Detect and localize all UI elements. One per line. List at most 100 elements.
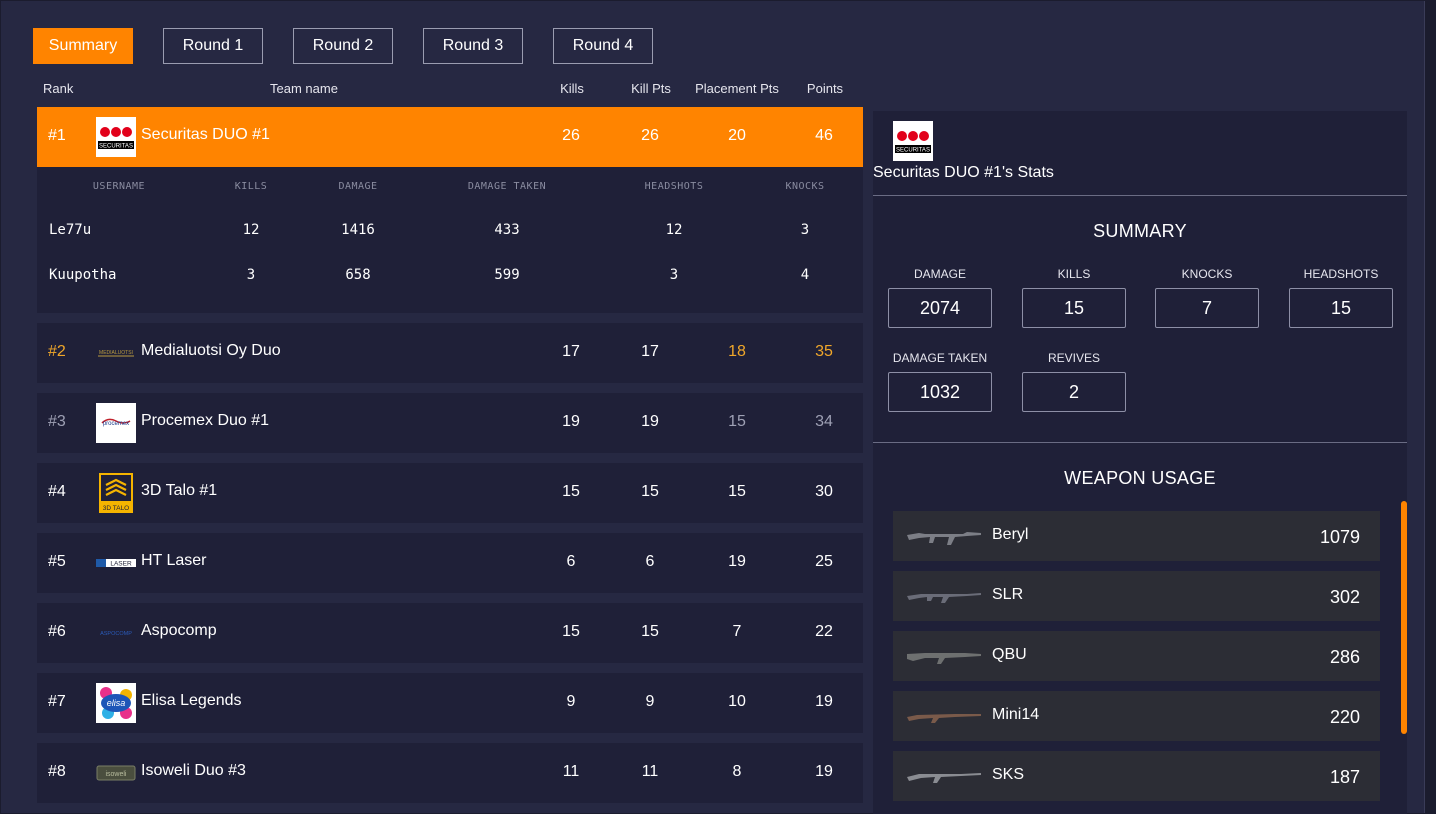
team-placement-pts: 19	[728, 553, 746, 570]
weapon-name: SKS	[992, 766, 1025, 783]
team-rank: #1	[48, 127, 66, 144]
team-rank: #4	[48, 483, 66, 500]
stat-label-kills: KILLS	[1057, 267, 1091, 281]
team-kills: 17	[562, 343, 580, 360]
player-header-damage-taken: DAMAGE TAKEN	[467, 181, 547, 192]
svg-text:ASPOCOMP: ASPOCOMP	[100, 631, 132, 637]
team-kills: 9	[566, 693, 576, 710]
team-points: 46	[815, 127, 833, 144]
rifle-icon	[907, 773, 981, 783]
team-kills: 11	[562, 763, 580, 780]
stat-label-headshots: HEADSHOTS	[1303, 267, 1379, 281]
team-name: Elisa Legends	[141, 692, 242, 709]
team-kills: 6	[566, 553, 576, 570]
medialuotsi-logo: MEDIALUOTSI	[96, 333, 136, 373]
team-points: 19	[815, 693, 833, 710]
team-row-3[interactable]: #3 procemex Procemex Duo #1 19 19 15 34	[37, 393, 863, 453]
team-name: Procemex Duo #1	[141, 412, 270, 429]
player-kills: 3	[246, 267, 256, 283]
team-row-2[interactable]: #2 MEDIALUOTSI Medialuotsi Oy Duo 17 17 …	[37, 323, 863, 383]
rifle-icon	[907, 714, 981, 723]
player-headshots: 12	[665, 222, 683, 238]
team-placement-pts: 18	[728, 343, 746, 360]
weapon-usage-title: WEAPON USAGE	[1064, 468, 1216, 488]
team-kills: 15	[562, 623, 580, 640]
app-frame: Summary Round 1 Round 2 Round 3 Round 4 …	[1, 1, 1425, 814]
player-username: Kuupotha	[49, 267, 117, 283]
weapon-row: SLR 302	[893, 571, 1380, 621]
team-placement-pts: 10	[728, 693, 746, 710]
team-kill-pts: 26	[641, 127, 659, 144]
team-kills: 15	[562, 483, 580, 500]
weapon-name: SLR	[992, 586, 1024, 603]
team-points: 35	[815, 343, 833, 360]
team-kill-pts: 15	[641, 483, 659, 500]
securitas-logo: SECURITAS	[893, 121, 933, 161]
team-points: 19	[815, 763, 833, 780]
team-kill-pts: 17	[641, 343, 659, 360]
svg-text:elisa: elisa	[107, 698, 126, 708]
weapon-damage: 187	[1329, 767, 1360, 787]
stat-value-damage: 2074	[888, 288, 992, 328]
weapon-row: SKS 187	[893, 751, 1380, 801]
team-rank: #3	[48, 413, 66, 430]
stat-value-damage-taken: 1032	[888, 372, 992, 412]
team-row-6[interactable]: #6 ASPOCOMP Aspocomp 15 15 7 22	[37, 603, 863, 663]
divider	[873, 442, 1407, 443]
scrollbar-thumb[interactable]	[1401, 501, 1407, 734]
securitas-logo: SECURITAS	[96, 117, 136, 157]
team-row-8[interactable]: #8 isoweli Isoweli Duo #3 11 11 8 19	[37, 743, 863, 803]
team-kill-pts: 15	[641, 623, 659, 640]
player-stats-table: USERNAME KILLS DAMAGE DAMAGE TAKEN HEADS…	[37, 167, 863, 313]
team-placement-pts: 8	[732, 763, 742, 780]
team-kill-pts: 6	[645, 553, 655, 570]
team-stats-panel: SECURITAS Securitas DUO #1's Stats SUMMA…	[873, 111, 1407, 814]
aspocomp-logo: ASPOCOMP	[96, 613, 136, 653]
tab-round-4[interactable]: Round 4	[553, 28, 653, 64]
team-row-4[interactable]: #4 3D TALO 3D Talo #1 15 15 15 30	[37, 463, 863, 523]
team-name: Aspocomp	[141, 622, 217, 639]
team-rank: #2	[48, 343, 66, 360]
weapon-name: QBU	[992, 646, 1027, 663]
svg-text:LASER: LASER	[110, 561, 132, 568]
header-points: Points	[806, 81, 844, 96]
htlaser-logo: LASER	[96, 543, 136, 583]
player-headshots: 3	[669, 267, 679, 283]
stat-value-revives: 2	[1022, 372, 1126, 412]
team-name: Isoweli Duo #3	[141, 762, 246, 779]
team-name: Securitas DUO #1	[141, 126, 270, 143]
player-header-kills: KILLS	[234, 181, 268, 192]
tab-round-1[interactable]: Round 1	[163, 28, 263, 64]
team-name: Medialuotsi Oy Duo	[141, 342, 281, 359]
header-placement-pts: Placement Pts	[695, 81, 779, 96]
weapon-row: Mini14 220	[893, 691, 1380, 741]
tab-round-2[interactable]: Round 2	[293, 28, 393, 64]
header-rank: Rank	[43, 81, 74, 96]
team-points: 34	[815, 413, 833, 430]
isoweli-logo: isoweli	[96, 753, 136, 793]
svg-text:procemex: procemex	[103, 421, 129, 427]
header-team-name: Team name	[270, 81, 338, 96]
panel-title: Securitas DUO #1's Stats	[873, 164, 1054, 181]
team-row-5[interactable]: #5 LASER HT Laser 6 6 19 25	[37, 533, 863, 593]
player-damage-taken: 433	[494, 222, 520, 238]
player-header-username: USERNAME	[92, 181, 146, 192]
svg-text:MEDIALUOTSI: MEDIALUOTSI	[99, 350, 133, 356]
tab-round-3[interactable]: Round 3	[423, 28, 523, 64]
weapon-scrollbar[interactable]	[1401, 501, 1407, 813]
team-row-7[interactable]: #7 elisa Elisa Legends 9 9 10 19	[37, 673, 863, 733]
team-name: HT Laser	[141, 552, 207, 569]
elisa-logo: elisa	[96, 683, 136, 723]
team-points: 30	[815, 483, 833, 500]
stat-label-damage-taken: DAMAGE TAKEN	[892, 351, 988, 365]
summary-title: SUMMARY	[1093, 221, 1187, 241]
tab-summary[interactable]: Summary	[33, 28, 133, 64]
player-kills: 12	[242, 222, 260, 238]
team-placement-pts: 15	[728, 483, 746, 500]
team-kill-pts: 9	[645, 693, 655, 710]
rifle-icon	[907, 532, 981, 545]
team-row-1[interactable]: #1 SECURITAS Securitas DUO #1 26 26 20 4…	[37, 107, 863, 167]
player-damage: 658	[345, 267, 371, 283]
team-placement-pts: 15	[728, 413, 746, 430]
stat-label-knocks: KNOCKS	[1181, 267, 1233, 281]
